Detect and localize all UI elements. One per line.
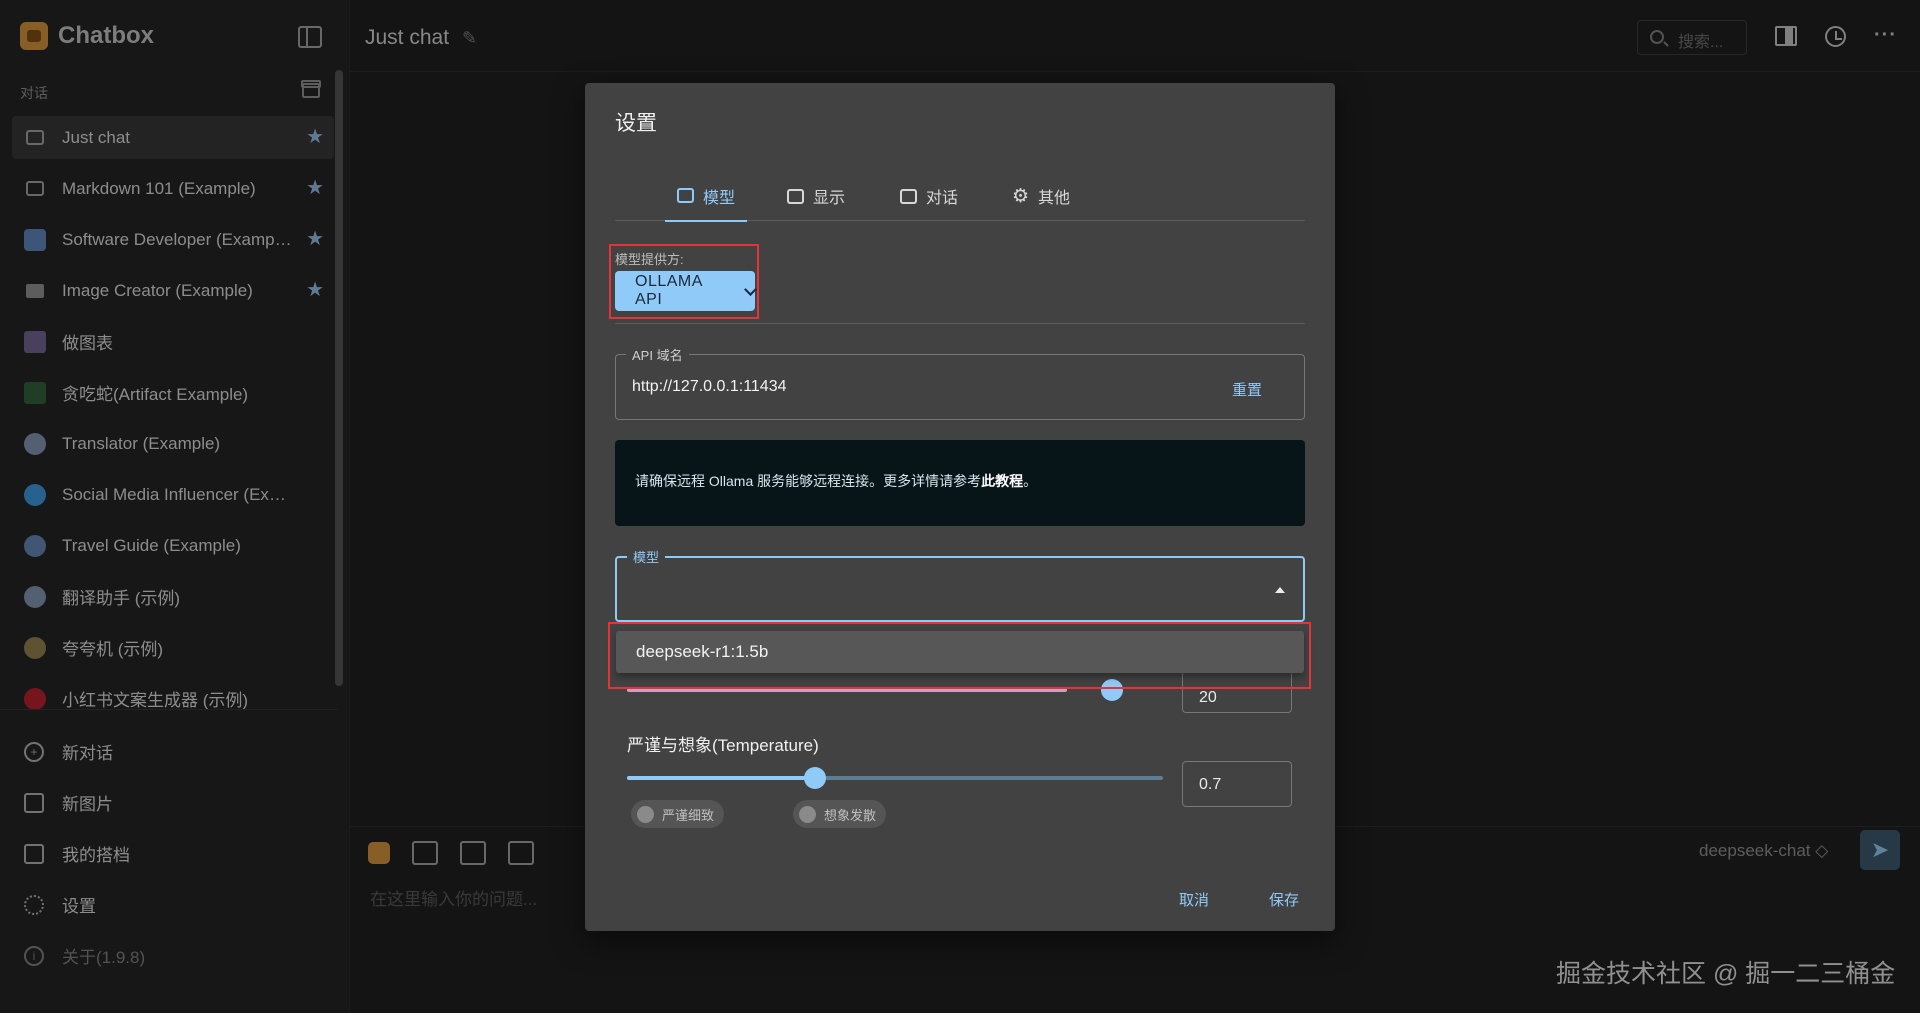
gear-icon: ⚙ (1012, 185, 1030, 207)
tab-model-label: 模型 (703, 189, 736, 207)
dialog-title: 设置 (615, 112, 657, 135)
tab-chat[interactable]: 对话 (888, 171, 970, 221)
robot-icon (677, 188, 694, 203)
chat-bubble-icon (900, 188, 917, 204)
display-icon (787, 188, 804, 204)
api-host-input[interactable]: http://127.0.0.1:11434 (632, 378, 787, 396)
tab-display-label: 显示 (813, 190, 846, 207)
tab-other-label: 其他 (1038, 190, 1071, 207)
temperature-label: 严谨与想象(Temperature) (627, 736, 819, 755)
cancel-button[interactable]: 取消 (1179, 889, 1209, 910)
lightbulb-icon (799, 805, 816, 823)
rigorous-icon (637, 805, 654, 823)
tab-display[interactable]: 显示 (775, 171, 857, 221)
info-end: 。 (1023, 473, 1038, 489)
temperature-slider-fill (627, 776, 815, 780)
reset-button[interactable]: 重置 (1232, 379, 1262, 400)
model-label: 模型 (627, 547, 666, 566)
settings-dialog: 设置 模型 显示 对话 ⚙ 其他 模型提供方: OLLAMA API API 域… (585, 83, 1335, 931)
tutorial-link[interactable]: 此教程 (981, 473, 1023, 489)
tab-model[interactable]: 模型 (665, 171, 748, 222)
app-root: Chatbox 对话 Just chat ★ Markdown 101 (Exa… (0, 0, 1920, 1013)
info-alert: 请确保远程 Ollama 服务能够远程连接。更多详情请参考此教程。 (615, 440, 1305, 526)
save-button[interactable]: 保存 (1269, 889, 1299, 910)
model-select-field[interactable]: 模型 (615, 547, 1305, 622)
highlight-box (609, 244, 759, 319)
caret-up-icon (1275, 587, 1285, 593)
rigorous-label: 严谨细致 (662, 807, 715, 823)
dialog-divider (615, 323, 1305, 324)
highlight-box (608, 622, 1311, 689)
imaginative-label: 想象发散 (824, 807, 877, 823)
api-host-field[interactable]: API 域名 http://127.0.0.1:11434 重置 (615, 345, 1305, 420)
temperature-slider-thumb[interactable] (803, 767, 826, 789)
imaginative-chip[interactable]: 想象发散 (793, 800, 887, 828)
tab-chat-label: 对话 (926, 190, 959, 207)
rigorous-chip[interactable]: 严谨细致 (631, 800, 725, 828)
settings-tabs: 模型 显示 对话 ⚙ 其他 (615, 171, 1305, 222)
api-host-label: API 域名 (626, 345, 689, 364)
info-text: 请确保远程 Ollama 服务能够远程连接。更多详情请参考 (635, 473, 982, 489)
temperature-input[interactable]: 0.7 (1182, 761, 1292, 807)
tab-other[interactable]: ⚙ 其他 (1000, 171, 1082, 221)
